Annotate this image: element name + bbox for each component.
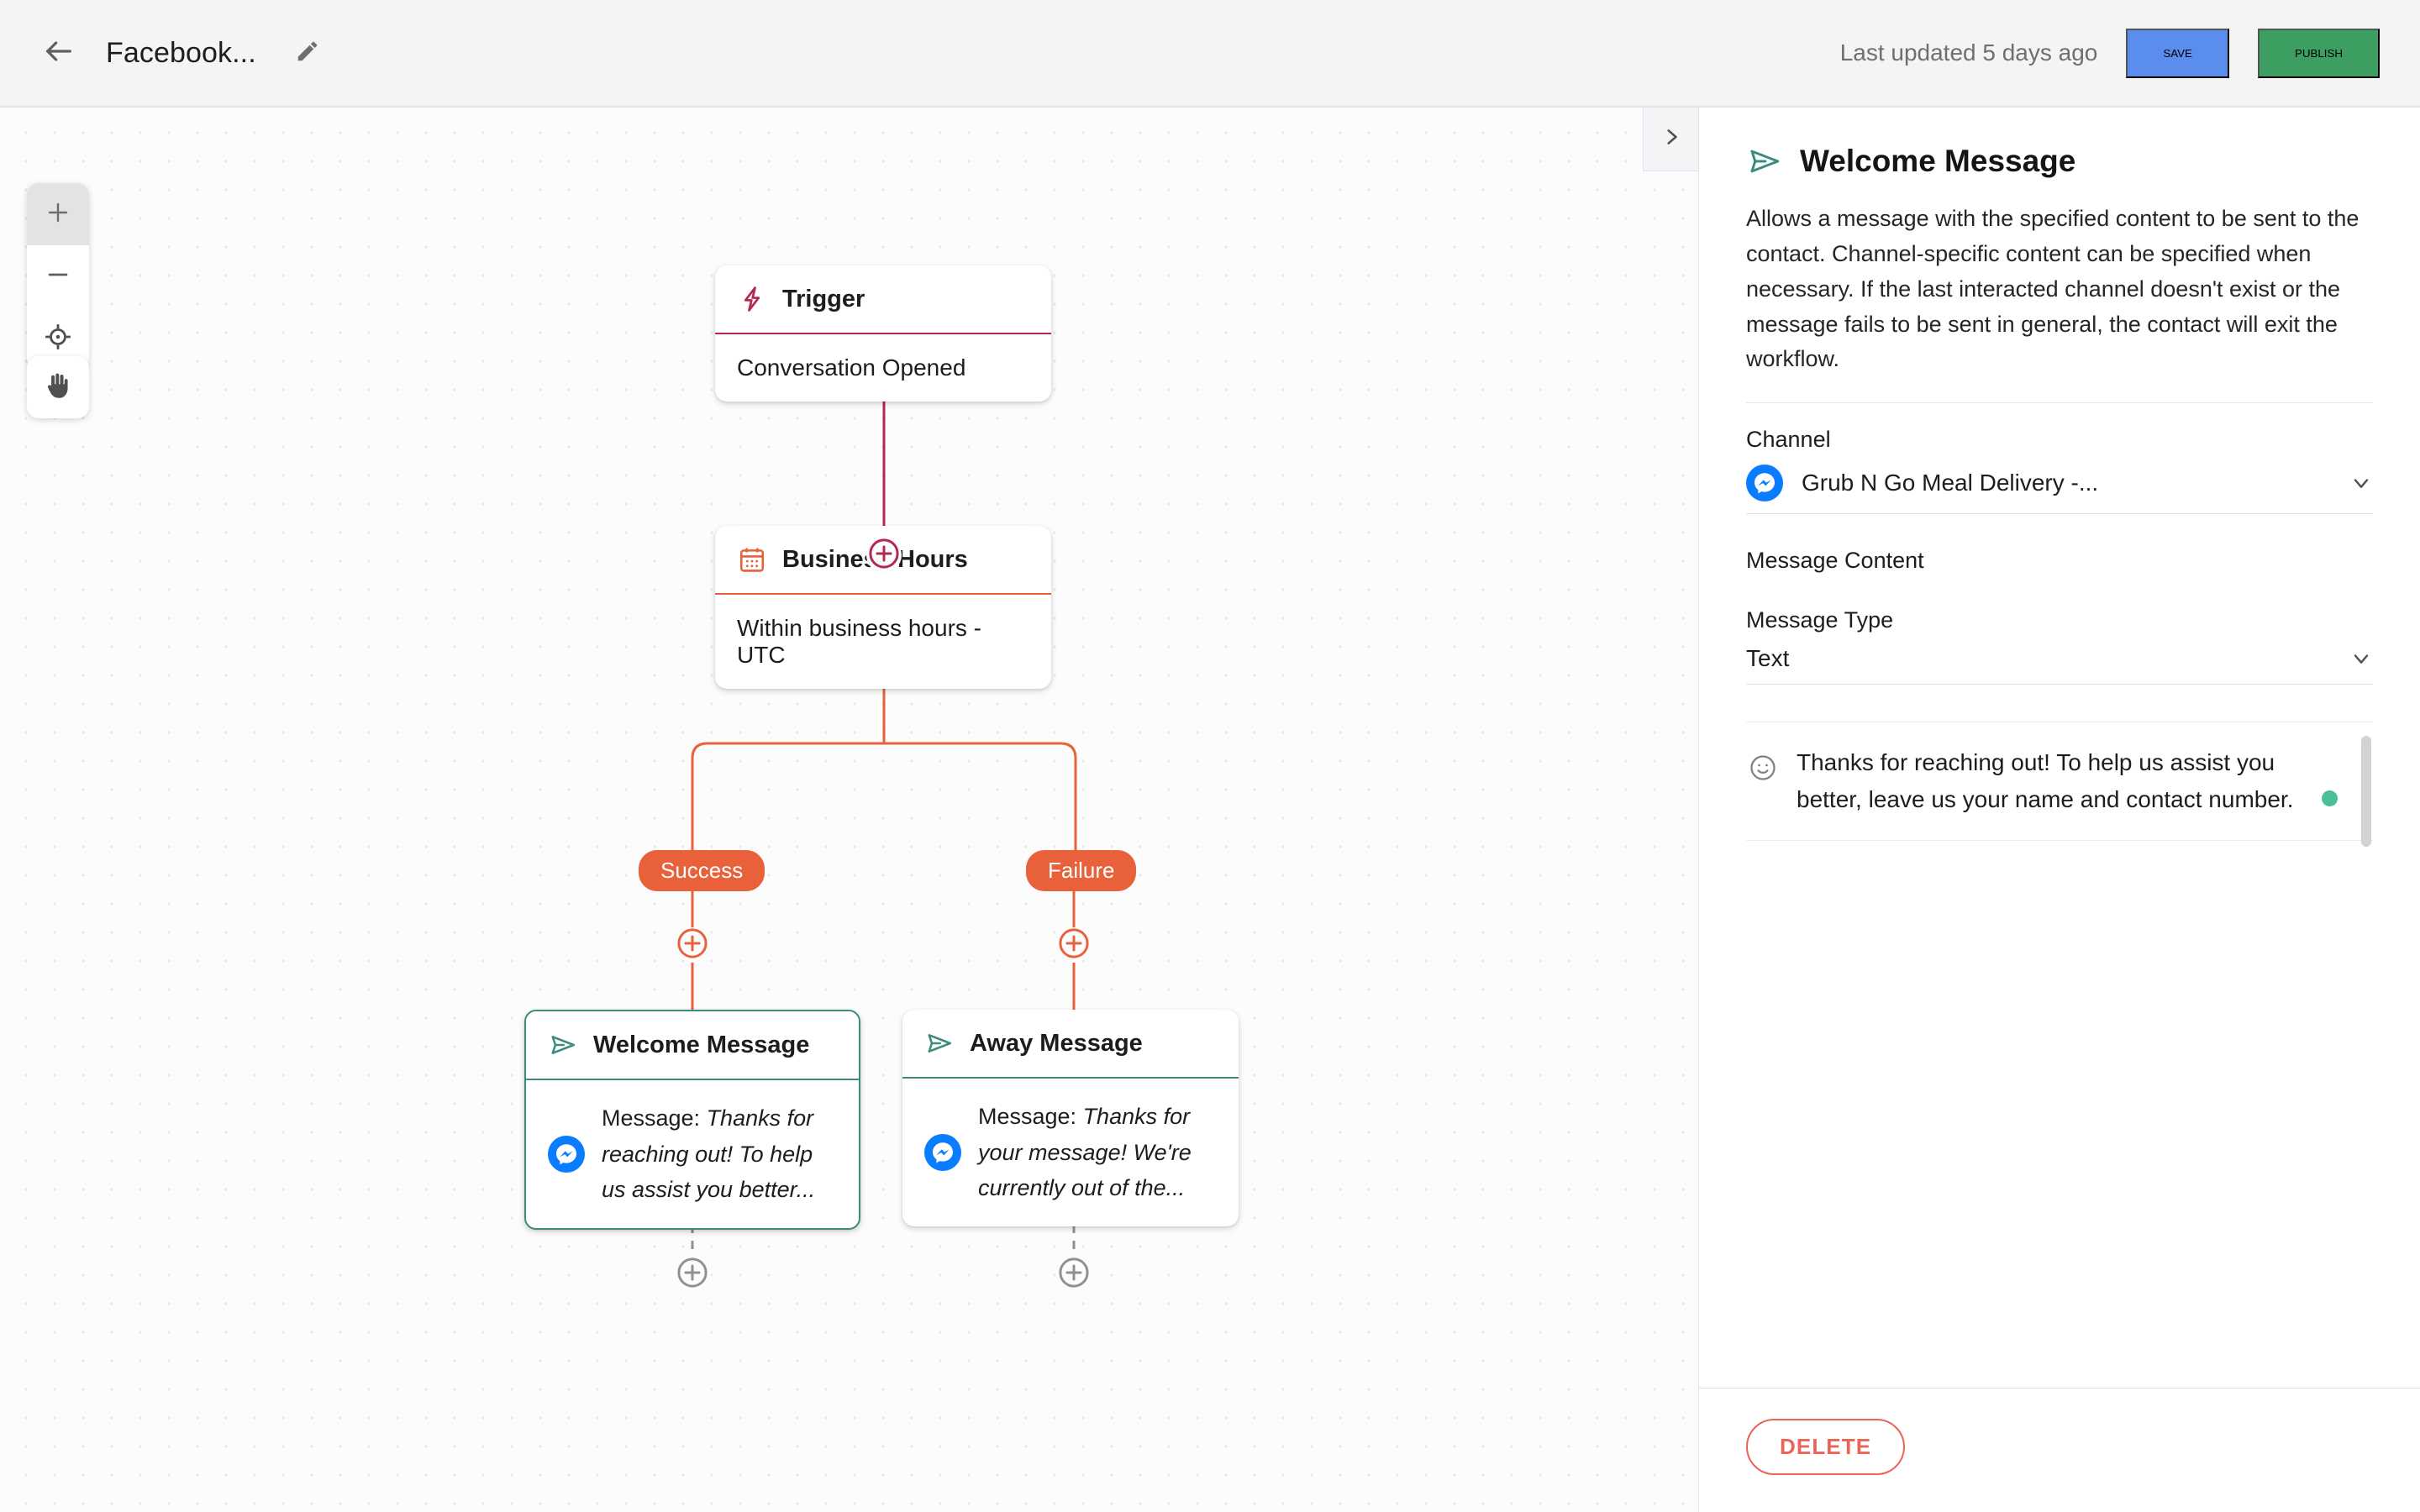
- add-node-failure-branch[interactable]: [1056, 927, 1092, 963]
- msg-prefix: Message:: [602, 1105, 707, 1131]
- panel-title: Welcome Message: [1800, 144, 2076, 178]
- add-node-after-away-message[interactable]: [1056, 1257, 1092, 1292]
- node-away-message-title: Away Message: [970, 1029, 1143, 1057]
- node-welcome-message-header: Welcome Message: [526, 1011, 859, 1079]
- plus-circle-icon: [675, 926, 710, 965]
- message-type-label: Message Type: [1746, 607, 1894, 633]
- message-editor-scrollbar[interactable]: [2361, 736, 2371, 848]
- delete-button[interactable]: DELETE: [1746, 1419, 1906, 1475]
- send-icon: [548, 1030, 578, 1060]
- pan-tool-button[interactable]: [27, 356, 89, 418]
- add-node-after-welcome-message[interactable]: [675, 1257, 710, 1292]
- node-trigger-body: Conversation Opened: [715, 333, 1051, 402]
- node-trigger-header: Trigger: [715, 265, 1051, 333]
- arrow-left-icon: [42, 34, 76, 72]
- messenger-icon: [548, 1135, 585, 1173]
- node-settings-content: Welcome Message Allows a message with th…: [1699, 108, 2420, 1388]
- message-editor[interactable]: Thanks for reaching out! To help us assi…: [1746, 722, 2373, 848]
- messenger-icon: [924, 1133, 961, 1171]
- message-type-value: Text: [1746, 645, 1790, 672]
- top-bar-actions: Last updated 5 days ago SAVE PUBLISH: [1839, 28, 2380, 78]
- hand-icon: [42, 370, 74, 406]
- node-settings-panel: Welcome Message Allows a message with th…: [1698, 108, 2420, 1512]
- node-trigger-subtitle: Conversation Opened: [737, 354, 966, 381]
- node-welcome-message-body: Message: Thanks for reaching out! To hel…: [526, 1079, 859, 1228]
- workflow-canvas[interactable]: Trigger Conversation Opened Business Hou…: [0, 108, 1698, 1512]
- channel-label: Channel: [1746, 427, 1831, 453]
- plus-circle-icon: [1056, 926, 1092, 965]
- top-bar: Facebook... Last updated 5 days ago SAVE…: [0, 0, 2420, 108]
- message-content-label: Message Content: [1746, 548, 1924, 574]
- panel-description: Allows a message with the specified cont…: [1746, 202, 2373, 404]
- node-business-hours-body: Within business hours - UTC: [715, 593, 1051, 689]
- plus-circle-icon: [675, 1255, 710, 1294]
- send-icon: [1746, 143, 1783, 180]
- crosshair-icon: [44, 323, 72, 355]
- node-away-message-text: Message: Thanks for your message! We're …: [978, 1099, 1217, 1206]
- node-welcome-message-text: Message: Thanks for reaching out! To hel…: [602, 1100, 837, 1208]
- plus-circle-icon: [1056, 1255, 1092, 1294]
- back-button[interactable]: [35, 29, 82, 76]
- message-text-input[interactable]: Thanks for reaching out! To help us assi…: [1797, 744, 2373, 817]
- minus-icon: [44, 260, 72, 293]
- node-trigger[interactable]: Trigger Conversation Opened: [715, 265, 1051, 402]
- pencil-icon: [295, 39, 320, 68]
- smiley-icon[interactable]: [1746, 751, 1780, 785]
- branch-label-success[interactable]: Success: [639, 850, 765, 891]
- collapse-panel-button[interactable]: [1643, 108, 1698, 171]
- channel-select[interactable]: Grub N Go Meal Delivery -...: [1746, 465, 2373, 515]
- zoom-out-button[interactable]: [27, 245, 89, 307]
- save-button[interactable]: SAVE: [2126, 28, 2229, 78]
- node-welcome-message-title: Welcome Message: [593, 1031, 810, 1058]
- add-node-after-trigger[interactable]: [866, 538, 902, 573]
- send-icon: [924, 1028, 955, 1058]
- node-welcome-message[interactable]: Welcome Message Message: Thanks for reac…: [524, 1010, 860, 1230]
- panel-header: Welcome Message: [1746, 143, 2373, 180]
- node-business-hours-subtitle: Within business hours - UTC: [737, 615, 982, 668]
- channel-value: Grub N Go Meal Delivery -...: [1802, 470, 2099, 496]
- plus-circle-icon: [866, 536, 902, 575]
- msg-prefix: Message:: [978, 1104, 1083, 1129]
- node-away-message[interactable]: Away Message Message: Thanks for your me…: [902, 1010, 1239, 1226]
- node-trigger-title: Trigger: [782, 285, 865, 312]
- node-away-message-body: Message: Thanks for your message! We're …: [902, 1077, 1239, 1226]
- message-type-select[interactable]: Text: [1746, 645, 2373, 685]
- add-node-success-branch[interactable]: [675, 927, 710, 963]
- publish-button[interactable]: PUBLISH: [2257, 28, 2380, 78]
- page-title: Facebook...: [106, 36, 256, 69]
- chevron-right-icon: [1660, 126, 1682, 152]
- lightning-bolt-icon: [737, 284, 767, 314]
- chevron-down-icon: [2349, 647, 2373, 670]
- plus-icon: [44, 198, 72, 231]
- panel-footer: DELETE: [1699, 1388, 2420, 1512]
- last-updated-text: Last updated 5 days ago: [1839, 39, 2098, 66]
- status-badge: [2322, 790, 2338, 806]
- messenger-icon: [1746, 465, 1783, 502]
- node-away-message-header: Away Message: [902, 1010, 1239, 1077]
- branch-label-failure[interactable]: Failure: [1026, 850, 1137, 891]
- edit-title-button[interactable]: [288, 34, 327, 72]
- zoom-controls: [27, 183, 89, 370]
- zoom-in-button[interactable]: [27, 183, 89, 245]
- chevron-down-icon: [2349, 471, 2373, 495]
- calendar-icon: [737, 544, 767, 575]
